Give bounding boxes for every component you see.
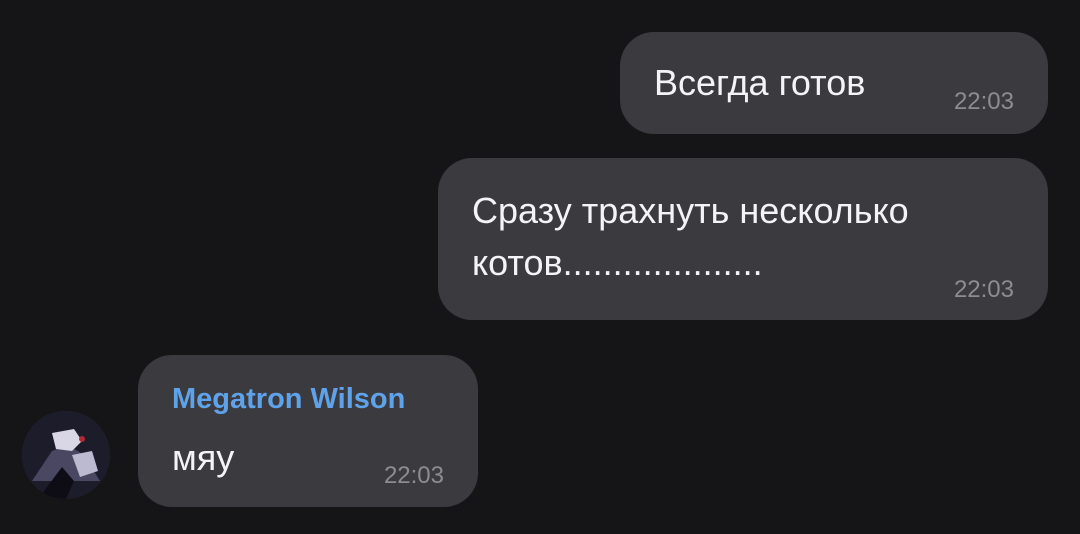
sender-name[interactable]: Megatron Wilson bbox=[172, 383, 405, 416]
chat-view: Всегда готов 22:03 Сразу трахнуть нескол… bbox=[0, 0, 1080, 534]
message-text: Всегда готов bbox=[654, 62, 866, 103]
message-bubble-incoming[interactable]: Megatron Wilson мяу 22:03 bbox=[138, 355, 478, 507]
message-time: 22:03 bbox=[953, 276, 1014, 303]
message-bubble-outgoing[interactable]: Сразу трахнуть несколько котов..........… bbox=[438, 158, 1048, 320]
message-bubble-outgoing[interactable]: Всегда готов 22:03 bbox=[620, 32, 1048, 134]
message-time: 22:03 bbox=[383, 462, 444, 489]
message-time: 22:03 bbox=[953, 88, 1014, 115]
message-text: мяу bbox=[172, 437, 235, 478]
sender-avatar[interactable] bbox=[22, 411, 110, 499]
avatar-image bbox=[22, 411, 110, 499]
message-text: Сразу трахнуть несколько котов..........… bbox=[472, 190, 909, 283]
